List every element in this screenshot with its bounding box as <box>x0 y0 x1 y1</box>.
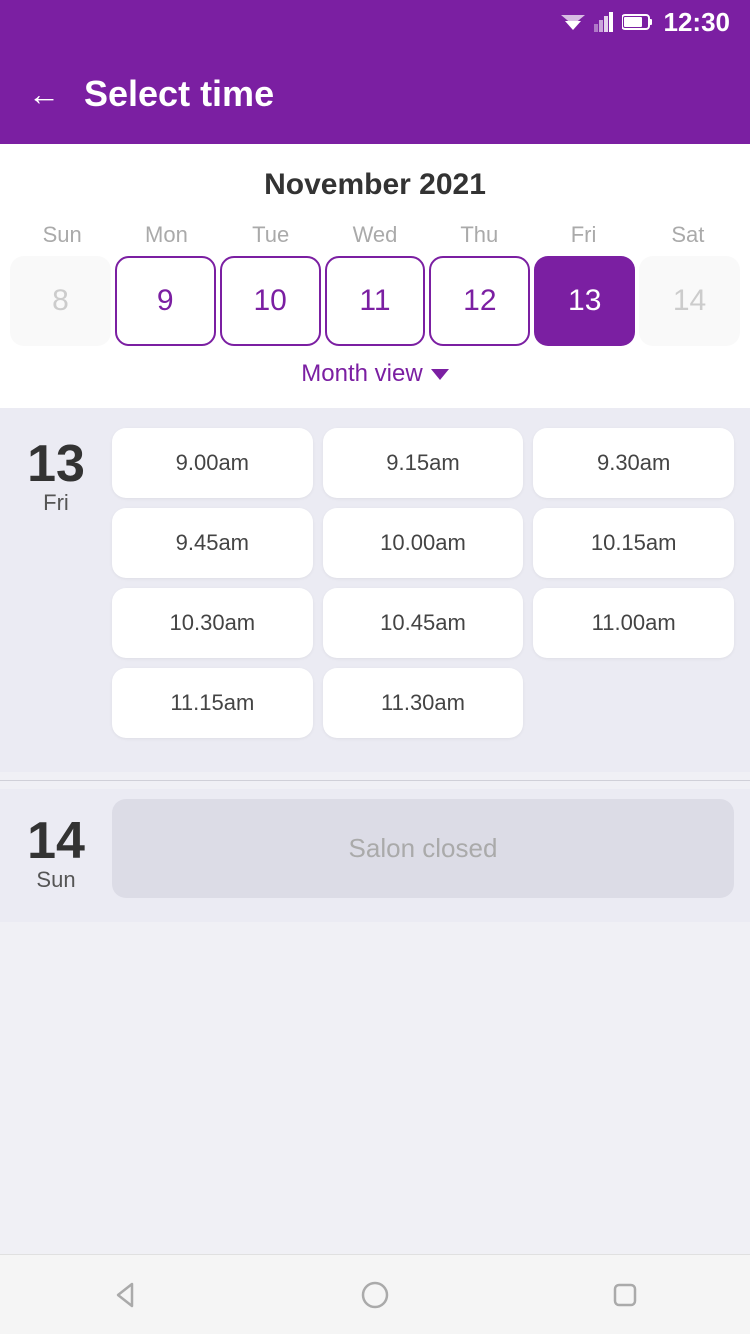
slot-1130am[interactable]: 11.30am <box>323 668 524 738</box>
wifi-icon <box>560 12 586 32</box>
slot-1100am[interactable]: 11.00am <box>533 588 734 658</box>
day-10[interactable]: 10 <box>220 256 321 346</box>
page-title: Select time <box>84 73 274 115</box>
weekday-fri: Fri <box>531 222 635 248</box>
slot-1115am[interactable]: 11.15am <box>112 668 313 738</box>
day-14-name: Sun <box>36 867 75 893</box>
slot-1000am[interactable]: 10.00am <box>323 508 524 578</box>
weekday-thu: Thu <box>427 222 531 248</box>
weekday-row: Sun Mon Tue Wed Thu Fri Sat <box>0 222 750 248</box>
status-icons <box>560 12 654 32</box>
salon-closed-box: Salon closed <box>112 799 734 898</box>
day-13-number: 13 <box>27 438 85 490</box>
nav-home-icon <box>360 1280 390 1310</box>
time-section-13: 13 Fri 9.00am 9.15am 9.30am 9.45am 10.00… <box>0 408 750 772</box>
month-year-label: November 2021 <box>0 168 750 202</box>
day-14[interactable]: 14 <box>639 256 740 346</box>
nav-back-button[interactable] <box>95 1265 155 1325</box>
weekday-wed: Wed <box>323 222 427 248</box>
status-time: 12:30 <box>664 7 731 38</box>
signal-icon <box>594 12 614 32</box>
calendar-section: November 2021 Sun Mon Tue Wed Thu Fri Sa… <box>0 144 750 408</box>
slot-1015am[interactable]: 10.15am <box>533 508 734 578</box>
status-bar: 12:30 <box>0 0 750 44</box>
weekday-sat: Sat <box>636 222 740 248</box>
chevron-down-icon <box>431 369 449 380</box>
weekday-tue: Tue <box>219 222 323 248</box>
day-12[interactable]: 12 <box>429 256 530 346</box>
bottom-nav <box>0 1254 750 1334</box>
nav-recents-icon <box>610 1280 640 1310</box>
nav-home-button[interactable] <box>345 1265 405 1325</box>
day-14-row: 14 Sun Salon closed <box>16 799 734 898</box>
day-9[interactable]: 9 <box>115 256 216 346</box>
day-13-label: 13 Fri <box>16 428 96 738</box>
weekday-sun: Sun <box>10 222 114 248</box>
section-divider <box>0 780 750 781</box>
weekday-mon: Mon <box>114 222 218 248</box>
nav-back-icon <box>110 1280 140 1310</box>
day-13-row: 13 Fri 9.00am 9.15am 9.30am 9.45am 10.00… <box>16 428 734 738</box>
slot-1045am[interactable]: 10.45am <box>323 588 524 658</box>
day-11[interactable]: 11 <box>325 256 426 346</box>
day-14-number: 14 <box>27 815 85 867</box>
nav-recents-button[interactable] <box>595 1265 655 1325</box>
back-button[interactable]: ← <box>28 76 60 113</box>
month-view-label: Month view <box>301 360 422 388</box>
salon-closed-text: Salon closed <box>349 833 498 863</box>
slot-900am[interactable]: 9.00am <box>112 428 313 498</box>
slots-grid-13: 9.00am 9.15am 9.30am 9.45am 10.00am 10.1… <box>112 428 734 738</box>
day-14-label: 14 Sun <box>16 805 96 893</box>
slot-930am[interactable]: 9.30am <box>533 428 734 498</box>
days-row: 8 9 10 11 12 13 14 <box>0 256 750 346</box>
battery-icon <box>622 13 654 31</box>
slot-1030am[interactable]: 10.30am <box>112 588 313 658</box>
time-section-14: 14 Sun Salon closed <box>0 789 750 922</box>
app-header: ← Select time <box>0 44 750 144</box>
day-13[interactable]: 13 <box>534 256 635 346</box>
day-8[interactable]: 8 <box>10 256 111 346</box>
slot-915am[interactable]: 9.15am <box>323 428 524 498</box>
month-view-toggle[interactable]: Month view <box>0 346 750 392</box>
day-13-name: Fri <box>43 490 69 516</box>
slot-945am[interactable]: 9.45am <box>112 508 313 578</box>
